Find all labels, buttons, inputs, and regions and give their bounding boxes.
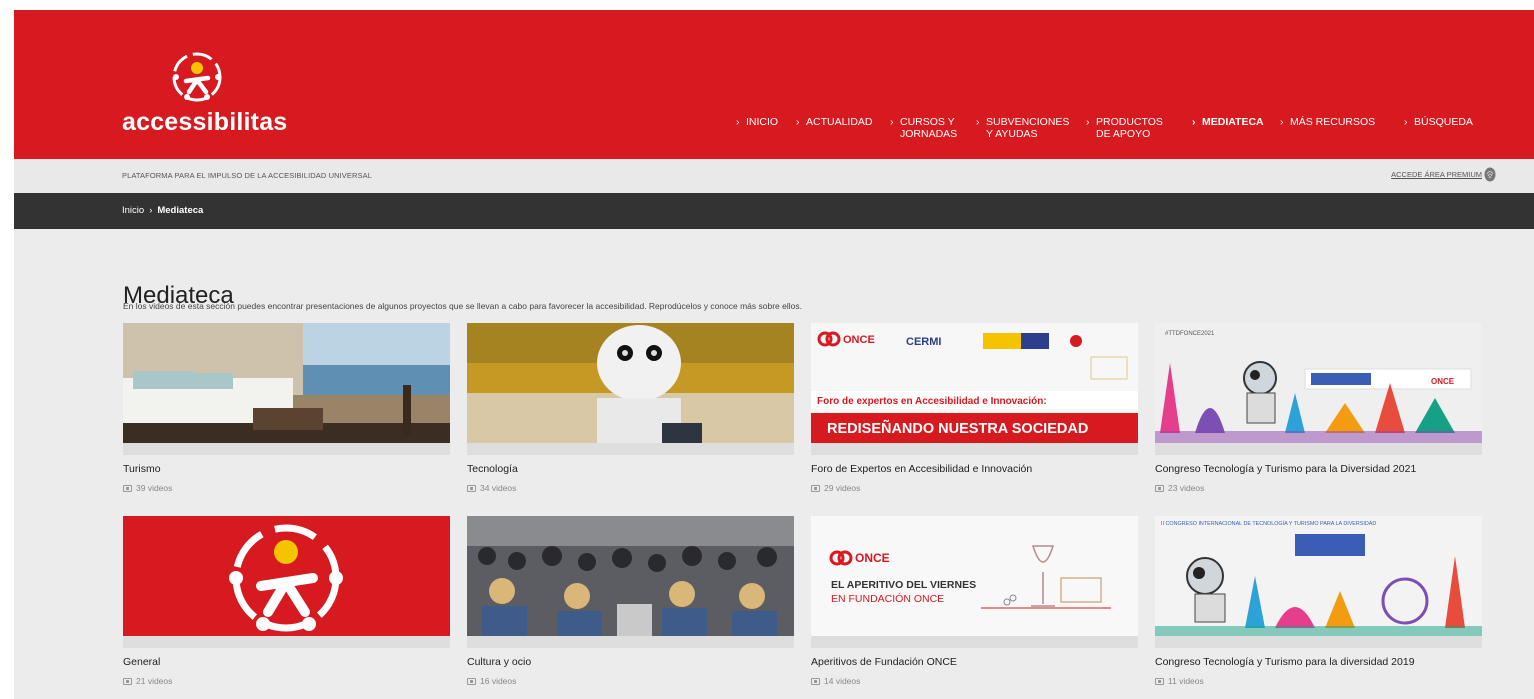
- nav-mas-recursos[interactable]: › MÁS RECURSOS: [1280, 116, 1375, 128]
- card-video-count: 39 videos: [123, 483, 450, 493]
- audience-image: [467, 516, 794, 636]
- card-video-count: 14 videos: [811, 676, 1138, 686]
- card-thumbnail-strip: [1155, 636, 1482, 648]
- nav-subvenciones[interactable]: › SUBVENCIONES Y AYUDAS: [976, 116, 1069, 140]
- congreso-2021-image: #TTDFONCE2021 ONCE: [1155, 323, 1482, 443]
- breadcrumb-current: Mediateca: [157, 205, 204, 216]
- breadcrumb-separator-icon: ›: [149, 205, 153, 216]
- breadcrumb: Inicio › Mediateca: [122, 205, 203, 216]
- card-title: Foro de Expertos en Accesibilidad e Inno…: [811, 463, 1033, 475]
- hotel-room-image: [123, 323, 450, 443]
- media-card-tecnologia[interactable]: Tecnología 34 videos: [467, 323, 794, 493]
- breadcrumb-home[interactable]: Inicio: [122, 205, 144, 216]
- robot-image: [467, 323, 794, 443]
- card-title: Tecnología: [467, 463, 518, 475]
- svg-text:ONCE: ONCE: [843, 334, 875, 346]
- card-thumbnail: [123, 323, 450, 443]
- svg-text:EL APERITIVO DEL VIERNES: EL APERITIVO DEL VIERNES: [831, 579, 976, 591]
- congreso-2019-image: II CONGRESO INTERNACIONAL DE TECNOLOGÍA …: [1155, 516, 1482, 636]
- card-thumbnail: [123, 516, 450, 636]
- foro-banner-image: ONCE CERMI Foro de expertos en Accesibil…: [811, 323, 1138, 443]
- card-thumbnail: II CONGRESO INTERNACIONAL DE TECNOLOGÍA …: [1155, 516, 1482, 636]
- site-header: accessibilitas › INICIO › ACTUALIDAD › CURS…: [14, 10, 1534, 159]
- card-thumbnail-strip: [811, 636, 1138, 648]
- fingerprint-icon[interactable]: [1484, 167, 1496, 182]
- video-icon: [811, 484, 820, 492]
- media-card-congreso-2019[interactable]: II CONGRESO INTERNACIONAL DE TECNOLOGÍA …: [1155, 516, 1482, 686]
- svg-text:CERMI: CERMI: [906, 336, 941, 348]
- card-thumbnail: ONCE CERMI Foro de expertos en Accesibil…: [811, 323, 1138, 443]
- card-thumbnail-strip: [811, 443, 1138, 455]
- aperitivo-image: ONCE EL APERITIVO DEL VIERNES EN FUNDACI…: [811, 516, 1138, 636]
- nav-mediateca[interactable]: › MEDIATECA: [1192, 116, 1264, 128]
- nav-productos-apoyo[interactable]: › PRODUCTOS DE APOYO: [1086, 116, 1163, 140]
- media-card-aperitivos[interactable]: ONCE EL APERITIVO DEL VIERNES EN FUNDACI…: [811, 516, 1138, 686]
- premium-area-link[interactable]: ACCEDE ÁREA PREMIUM: [1391, 170, 1482, 179]
- svg-text:ONCE: ONCE: [855, 551, 890, 565]
- card-title: General: [123, 656, 161, 668]
- svg-text:ONCE: ONCE: [1431, 377, 1455, 386]
- page-intro: En los videos de esta sección puedes enc…: [123, 301, 802, 311]
- card-video-count: 23 videos: [1155, 483, 1482, 493]
- card-thumbnail: #TTDFONCE2021 ONCE: [1155, 323, 1482, 443]
- media-card-congreso-2021[interactable]: #TTDFONCE2021 ONCE Congreso Tecnología y…: [1155, 323, 1482, 493]
- video-icon: [123, 677, 132, 685]
- svg-text:#TTDFONCE2021: #TTDFONCE2021: [1165, 331, 1215, 337]
- media-card-foro-expertos[interactable]: ONCE CERMI Foro de expertos en Accesibil…: [811, 323, 1138, 493]
- media-card-cultura-ocio[interactable]: Cultura y ocio 16 videos: [467, 516, 794, 686]
- accessibilitas-logo-icon: [172, 52, 222, 102]
- svg-text:Foro de expertos en Accesibili: Foro de expertos en Accesibilidad e Inno…: [817, 396, 1047, 407]
- card-video-count: 21 videos: [123, 676, 450, 686]
- card-title: Congreso Tecnología y Turismo para la di…: [1155, 656, 1415, 668]
- card-video-count: 11 videos: [1155, 676, 1482, 686]
- card-thumbnail-strip: [1155, 443, 1482, 455]
- site-tagline: PLATAFORMA PARA EL IMPULSO DE LA ACCESIB…: [122, 171, 372, 180]
- accessibilitas-logo-large-icon: [123, 516, 450, 636]
- nav-busqueda[interactable]: › BÚSQUEDA: [1404, 116, 1473, 128]
- video-icon: [1155, 677, 1164, 685]
- nav-actualidad[interactable]: › ACTUALIDAD: [796, 116, 873, 128]
- card-video-count: 34 videos: [467, 483, 794, 493]
- breadcrumb-bar: Inicio › Mediateca: [14, 193, 1534, 229]
- video-icon: [1155, 484, 1164, 492]
- media-card-general[interactable]: General 21 videos: [123, 516, 450, 686]
- nav-inicio[interactable]: › INICIO: [736, 116, 778, 128]
- card-thumbnail-strip: [123, 443, 450, 455]
- video-icon: [123, 484, 132, 492]
- svg-text:REDISEÑANDO NUESTRA SOCIEDAD: REDISEÑANDO NUESTRA SOCIEDAD: [827, 419, 1088, 437]
- nav-cursos-jornadas[interactable]: › CURSOS Y JORNADAS: [890, 116, 957, 140]
- video-icon: [467, 677, 476, 685]
- card-thumbnail-strip: [123, 636, 450, 648]
- card-title: Cultura y ocio: [467, 656, 532, 668]
- card-thumbnail: ONCE EL APERITIVO DEL VIERNES EN FUNDACI…: [811, 516, 1138, 636]
- tagline-bar: PLATAFORMA PARA EL IMPULSO DE LA ACCESIB…: [14, 159, 1534, 193]
- card-title: Turismo: [123, 463, 161, 475]
- page-frame: accessibilitas › INICIO › ACTUALIDAD › CURS…: [14, 10, 1534, 699]
- card-thumbnail-strip: [467, 636, 794, 648]
- media-card-turismo[interactable]: Turismo 39 videos: [123, 323, 450, 493]
- card-title: Congreso Tecnología y Turismo para la Di…: [1155, 463, 1417, 475]
- card-video-count: 29 videos: [811, 483, 1138, 493]
- svg-text:EN FUNDACIÓN ONCE: EN FUNDACIÓN ONCE: [831, 592, 944, 605]
- card-thumbnail: [467, 516, 794, 636]
- svg-text:II CONGRESO INTERNACIONAL DE T: II CONGRESO INTERNACIONAL DE TECNOLOGÍA …: [1161, 520, 1376, 527]
- video-icon: [467, 484, 476, 492]
- card-thumbnail-strip: [467, 443, 794, 455]
- card-thumbnail: [467, 323, 794, 443]
- card-title: Aperitivos de Fundación ONCE: [811, 656, 957, 668]
- video-icon: [811, 677, 820, 685]
- card-video-count: 16 videos: [467, 676, 794, 686]
- main-nav: › INICIO › ACTUALIDAD › CURSOS Y JORNADAS › S…: [14, 116, 1534, 156]
